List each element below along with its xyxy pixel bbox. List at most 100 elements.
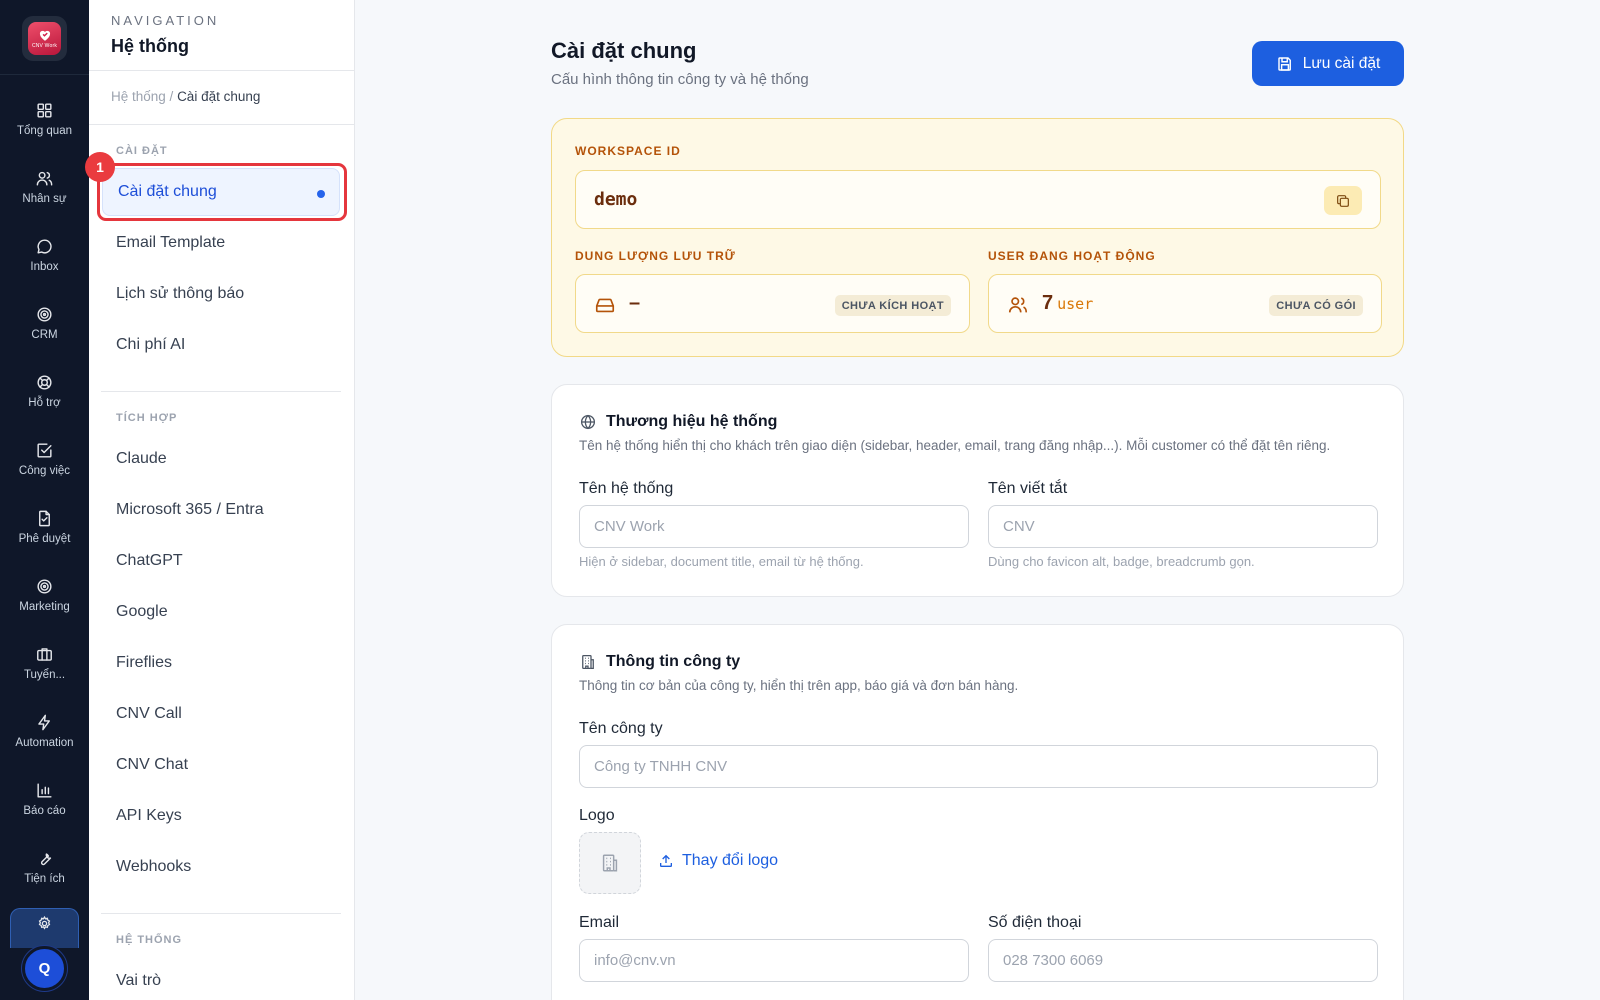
sidebar-item-claude[interactable]: Claude (101, 435, 341, 483)
sidebar-item-label: Google (116, 603, 168, 620)
rail-item-tasks[interactable]: Công việc (0, 429, 89, 489)
sidebar-item-label: Fireflies (116, 654, 173, 671)
active-users-box: 7 user CHƯA CÓ GÓI (988, 274, 1382, 333)
email-input[interactable] (579, 939, 969, 982)
breadcrumb-parent[interactable]: Hệ thống (111, 89, 166, 104)
sidebar-item-label: CNV Chat (116, 756, 189, 773)
annotation-number-badge: 1 (85, 152, 115, 182)
storage-value: – (629, 292, 641, 314)
sidebar-item-email-template[interactable]: Email Template (101, 219, 341, 267)
storage-status-badge: CHƯA KÍCH HOẠT (834, 295, 951, 316)
upload-icon (660, 854, 672, 867)
bolt-icon (38, 714, 50, 731)
rail-item-approval[interactable]: Phê duyệt (0, 497, 89, 557)
copy-workspace-id-button[interactable] (1324, 186, 1362, 215)
user-avatar[interactable]: Q (22, 946, 67, 991)
short-name-input[interactable] (988, 505, 1378, 548)
rail-item-label: Phê duyệt (18, 533, 71, 545)
nav-label: NAVIGATION (111, 13, 220, 28)
page-title: Cài đặt chung (551, 38, 697, 63)
sidebar-item-general-settings[interactable]: Cài đặt chung (102, 168, 340, 216)
grid-icon (37, 103, 52, 118)
sidebar-item-chatgpt[interactable]: ChatGPT (101, 537, 341, 585)
rail-item-utilities[interactable]: Tiện ích (0, 837, 89, 897)
hard-drive-icon (594, 294, 616, 321)
rail-item-crm[interactable]: CRM (0, 293, 89, 353)
breadcrumb-separator: / (165, 89, 178, 104)
sidebar-item-fireflies[interactable]: Fireflies (101, 639, 341, 687)
rail-item-label: Inbox (30, 261, 59, 273)
sidebar-item-cnv-chat[interactable]: CNV Chat (101, 741, 341, 789)
sidebar-item-api-keys[interactable]: API Keys (101, 792, 341, 840)
company-name-label: Tên công ty (579, 720, 663, 737)
gear-icon (38, 915, 51, 930)
company-name-input[interactable] (579, 745, 1378, 788)
target-icon (37, 307, 52, 322)
rail-item-automation[interactable]: Automation (0, 701, 89, 761)
save-icon (1277, 56, 1291, 71)
bar-chart-icon (37, 783, 52, 798)
rail-item-settings[interactable] (10, 908, 79, 948)
briefcase-icon (37, 648, 52, 661)
workspace-id-label: WORKSPACE ID (575, 144, 681, 158)
rail-item-inbox[interactable]: Inbox (0, 225, 89, 285)
checkbox-icon (37, 443, 52, 458)
logo-placeholder[interactable] (579, 832, 641, 894)
wrench-icon (40, 853, 52, 866)
rail-item-marketing[interactable]: Marketing (0, 565, 89, 625)
save-settings-button[interactable]: Lưu cài đặt (1252, 41, 1404, 86)
email-label: Email (579, 914, 620, 931)
company-info-title: Thông tin công ty (606, 653, 741, 670)
sidebar-item-label: Cài đặt chung (118, 183, 217, 200)
active-users-value: 7 user (1042, 292, 1093, 315)
phone-input[interactable] (988, 939, 1378, 982)
system-name-input[interactable] (579, 505, 969, 548)
heart-logo-icon: CNV Work (28, 22, 61, 55)
app-logo[interactable]: CNV Work (22, 16, 67, 61)
sidebar-item-notification-history[interactable]: Lịch sử thông báo (101, 270, 341, 318)
workspace-id-box: demo (575, 170, 1381, 229)
logo-text: CNV Work (31, 43, 58, 49)
sidebar-item-microsoft-365[interactable]: Microsoft 365 / Entra (101, 486, 341, 534)
sidebar-item-webhooks[interactable]: Webhooks (101, 843, 341, 891)
rail-item-hr[interactable]: Nhân sự (0, 157, 89, 217)
rail-item-label: CRM (31, 329, 58, 341)
settings-sidebar: NAVIGATION Hệ thống Hệ thống / Cài đặt c… (89, 0, 355, 1000)
rail-item-label: Tuyển... (23, 669, 66, 681)
divider (89, 70, 354, 71)
company-info-description: Thông tin cơ bản của công ty, hiển thị t… (579, 678, 1019, 693)
branding-card: Thương hiệu hệ thống Tên hệ thống hiển t… (551, 384, 1404, 597)
change-logo-button[interactable]: Thay đổi logo (658, 852, 778, 870)
rail-divider (0, 74, 89, 75)
active-users-count: 7 (1042, 292, 1054, 314)
sidebar-item-label: Claude (116, 450, 167, 467)
rail-item-label: Nhân sự (22, 193, 67, 205)
rail-item-recruitment[interactable]: Tuyển... (0, 633, 89, 693)
section-label-integrations: TÍCH HỢP (116, 412, 178, 424)
rail-item-label: Hỗ trợ (28, 397, 61, 409)
workspace-card: WORKSPACE ID demo DUNG LƯỢNG LƯU TRỮ – C… (551, 118, 1404, 357)
sidebar-item-label: ChatGPT (116, 552, 183, 569)
rail-item-overview[interactable]: Tổng quan (0, 89, 89, 149)
sidebar-item-label: Email Template (116, 234, 226, 251)
sidebar-item-label: API Keys (116, 807, 182, 824)
rail-item-reports[interactable]: Báo cáo (0, 769, 89, 829)
active-users-label: USER ĐANG HOẠT ĐỘNG (988, 249, 1156, 263)
sidebar-item-google[interactable]: Google (101, 588, 341, 636)
sidebar-item-ai-cost[interactable]: Chi phí AI (101, 321, 341, 369)
rail-item-support[interactable]: Hỗ trợ (0, 361, 89, 421)
change-logo-label: Thay đổi logo (682, 852, 779, 869)
sidebar-item-roles[interactable]: Vai trò (101, 957, 341, 1000)
chat-icon (37, 239, 52, 254)
rail-item-label: Báo cáo (23, 805, 66, 817)
rail-item-label: Automation (15, 737, 74, 749)
globe-icon (580, 414, 596, 430)
copy-icon (1337, 194, 1349, 207)
sidebar-item-cnv-call[interactable]: CNV Call (101, 690, 341, 738)
short-name-hint: Dùng cho favicon alt, badge, breadcrumb … (988, 554, 1255, 569)
building-icon (602, 854, 618, 872)
lifebuoy-icon (37, 375, 52, 390)
active-dot (317, 190, 325, 198)
sidebar-title: Hệ thống (111, 36, 189, 56)
building-icon (582, 654, 594, 670)
